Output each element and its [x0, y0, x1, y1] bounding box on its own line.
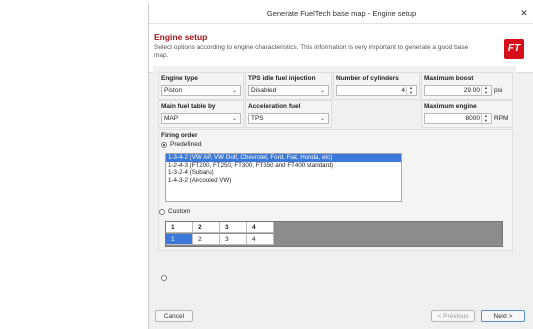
accel-fuel-label: Acceleration fuel	[248, 103, 301, 110]
stepper-arrows-icon[interactable]: ▲ ▼	[481, 85, 490, 95]
predefined-radio[interactable]	[161, 142, 167, 148]
cylinders-stepper[interactable]: 4 ▲ ▼	[336, 85, 417, 96]
cancel-button[interactable]: Cancel	[155, 310, 193, 322]
window-title: Generate FuelTech base map - Engine setu…	[266, 9, 417, 18]
max-engine-unit: RPM	[494, 115, 509, 122]
max-engine-value: 8000	[465, 115, 480, 122]
main-fuel-table-group: Main fuel table by MAP ⌄	[158, 100, 244, 128]
list-item[interactable]: 1-3-2-4 (Subaru)	[166, 169, 401, 177]
predefined-label: Predefined	[170, 141, 202, 148]
engine-type-group: Engine type Piston ⌄	[158, 72, 244, 100]
cylinders-value: 4	[401, 87, 405, 94]
main-fuel-table-select[interactable]: MAP ⌄	[161, 113, 241, 124]
chevron-down-icon: ⌄	[231, 116, 237, 122]
chevron-down-icon: ⌄	[231, 88, 237, 94]
title-bar: Generate FuelTech base map - Engine setu…	[149, 4, 533, 24]
list-item[interactable]: 1-2-4-3 (FT200, FT250, FT300, FT350 and …	[166, 162, 401, 170]
max-engine-stepper[interactable]: 8000 ▲ ▼	[424, 113, 492, 124]
stepper-arrows-icon[interactable]: ▲ ▼	[406, 85, 415, 95]
stepper-arrows-icon[interactable]: ▲ ▼	[481, 113, 490, 123]
grid-header-cell: 1	[166, 222, 193, 233]
max-boost-value: 29.00	[463, 87, 480, 94]
list-item[interactable]: 1-3-4-2 (VW AP, VW Golf, Chevrolet, Ford…	[166, 154, 401, 162]
previous-button[interactable]: < Previous	[431, 310, 475, 322]
firing-order-label: Firing order	[161, 132, 198, 139]
tps-idle-select[interactable]: Disabled ⌄	[248, 85, 329, 96]
list-item[interactable]: 1-4-3-2 (Aircooled VW)	[166, 177, 401, 185]
accel-fuel-group: Acceleration fuel TPS ⌄	[245, 100, 332, 128]
main-fuel-table-label: Main fuel table by	[161, 103, 216, 110]
firing-order-list[interactable]: 1-3-4-2 (VW AP, VW Golf, Chevrolet, Ford…	[165, 153, 402, 202]
grid-header-cell: 2	[193, 222, 220, 233]
chevron-down-icon: ⌄	[319, 88, 325, 94]
page-title: Engine setup	[154, 32, 208, 42]
max-boost-group: Maximum boost 29.00 ▲ ▼ psi	[421, 72, 513, 100]
max-boost-stepper[interactable]: 29.00 ▲ ▼	[424, 85, 492, 96]
engine-type-value: Piston	[164, 87, 183, 94]
cylinders-label: Number of cylinders	[336, 75, 399, 82]
page-description: Select options according to engine chara…	[154, 44, 469, 59]
max-engine-group: Maximum engine 8000 ▲ ▼ RPM	[421, 100, 513, 128]
fueltech-logo: FT	[504, 39, 524, 59]
engine-type-select[interactable]: Piston ⌄	[161, 85, 241, 96]
custom-label: Custom	[168, 208, 191, 215]
cylinders-group: Number of cylinders 4 ▲ ▼	[333, 72, 420, 100]
next-button[interactable]: Next >	[481, 310, 525, 322]
max-boost-label: Maximum boost	[424, 75, 474, 82]
accel-fuel-select[interactable]: TPS ⌄	[248, 113, 329, 124]
grid-header-cell: 4	[247, 222, 274, 233]
chevron-down-icon: ⌄	[319, 116, 325, 122]
grid-cell[interactable]: 2	[193, 234, 220, 245]
main-fuel-table-value: MAP	[164, 115, 179, 122]
grid-cell[interactable]: 4	[247, 234, 274, 245]
accel-fuel-value: TPS	[251, 115, 264, 122]
max-boost-unit: psi	[494, 87, 503, 94]
close-icon[interactable]: ✕	[517, 4, 531, 23]
max-engine-label: Maximum engine	[424, 103, 477, 110]
grid-header-cell: 3	[220, 222, 247, 233]
tps-idle-label: TPS idle fuel injection	[248, 75, 316, 82]
custom-firing-grid[interactable]: 1 2 3 4 1 2 3 4	[165, 221, 503, 247]
tps-idle-value: Disabled	[251, 87, 277, 94]
custom-radio[interactable]	[159, 209, 165, 215]
tps-idle-group: TPS idle fuel injection Disabled ⌄	[245, 72, 332, 100]
grid-cell[interactable]: 3	[220, 234, 247, 245]
custom-radio[interactable]	[161, 275, 167, 281]
grid-cell[interactable]: 1	[166, 234, 193, 245]
engine-type-label: Engine type	[161, 75, 198, 82]
